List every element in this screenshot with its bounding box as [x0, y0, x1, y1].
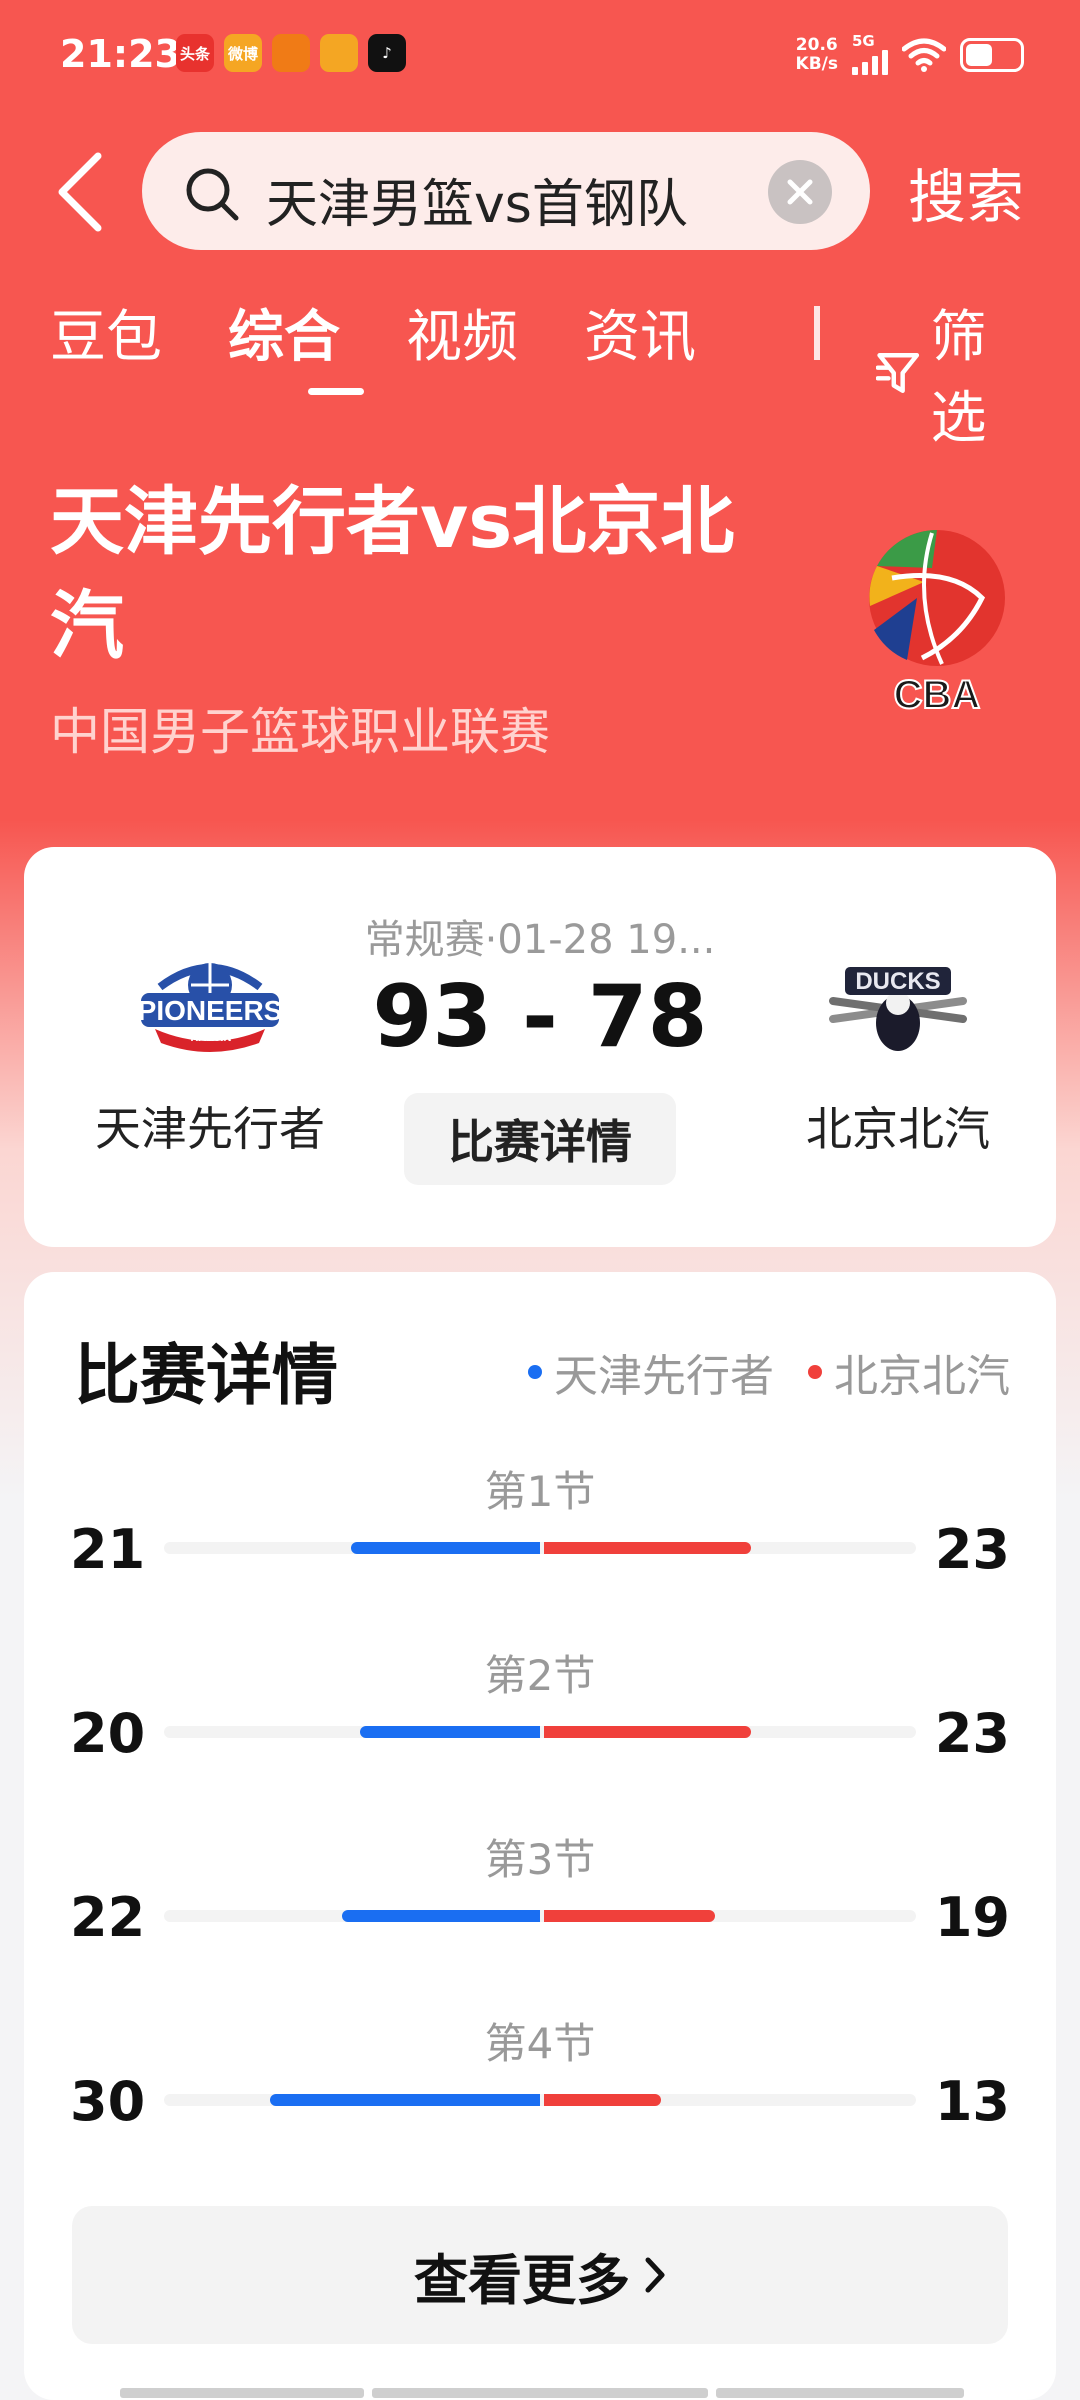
- quarter-home-bar: [342, 1910, 540, 1922]
- wifi-icon: [902, 38, 946, 72]
- quarter-away-score: 23: [934, 1702, 1010, 1765]
- away-team[interactable]: DUCKS 北京北汽: [738, 957, 1058, 1159]
- close-icon: [787, 179, 813, 205]
- pioneers-logo-subtext: TIANJIN: [189, 1032, 232, 1044]
- quarter-home-score: 20: [70, 1702, 146, 1765]
- quarter-home-score: 30: [70, 2070, 146, 2133]
- signal-label: 5G: [852, 32, 875, 50]
- network-speed-value: 20.6: [795, 34, 838, 55]
- tab-news[interactable]: 资讯: [584, 292, 696, 373]
- page-title: 天津先行者vs北京北汽: [50, 479, 735, 669]
- league-name: 中国男子篮球职业联赛: [50, 703, 550, 761]
- quarter-label: 第3节: [484, 1835, 596, 1884]
- tiktok-app-icon: ♪: [368, 34, 406, 72]
- chevron-right-icon: [645, 2257, 665, 2293]
- quarter-label: 第4节: [484, 2019, 596, 2068]
- filter-icon: [876, 353, 920, 393]
- match-detail-button[interactable]: 比赛详情: [404, 1093, 676, 1185]
- home-team-name: 天津先行者: [95, 1102, 325, 1156]
- quarter-away-score: 23: [934, 1518, 1010, 1581]
- search-input[interactable]: 天津男篮vs首钢队: [266, 162, 688, 237]
- system-icons: 20.6 KB/s 5G: [796, 34, 1024, 75]
- quarter-home-bar: [270, 2094, 540, 2106]
- quarter-home-score: 22: [70, 1886, 146, 1949]
- search-button[interactable]: 搜索: [908, 150, 1024, 234]
- quarter-away-bar: [544, 1726, 751, 1738]
- away-team-name: 北京北汽: [806, 1102, 990, 1156]
- details-title: 比赛详情: [74, 1337, 338, 1414]
- quarter-label: 第2节: [484, 1651, 596, 1700]
- legend-home: 天津先行者: [528, 1340, 774, 1404]
- tab-video[interactable]: 视频: [406, 292, 518, 373]
- weibo-app-icon: 微博: [224, 34, 262, 72]
- quarter-home-score: 21: [70, 1518, 146, 1581]
- filter-label: 筛选: [930, 305, 987, 451]
- legend-away-label: 北京北汽: [834, 1351, 1010, 1402]
- quarter-home-bar: [351, 1542, 540, 1554]
- quarter-away-bar: [544, 1910, 715, 1922]
- quarter-row: 第3节 22 19: [24, 1826, 1056, 1976]
- battery-icon: [960, 37, 1024, 72]
- quarter-away-bar: [544, 1542, 751, 1554]
- ducks-logo: DUCKS: [829, 967, 967, 1051]
- active-tab-indicator: [308, 388, 364, 395]
- app-icon-orange: [272, 34, 310, 72]
- match-details-card: 比赛详情 天津先行者 北京北汽 第1节 21 23 第2节 20 23 第3节 …: [24, 1272, 1056, 2400]
- quarter-label: 第1节: [484, 1467, 596, 1516]
- clear-search-button[interactable]: [768, 160, 832, 224]
- away-dot-icon: [808, 1365, 822, 1379]
- network-speed: 20.6 KB/s: [795, 34, 838, 74]
- tab-overflow-edge: [814, 306, 820, 360]
- filter-button[interactable]: 筛选: [876, 292, 1030, 454]
- quarter-away-bar: [544, 2094, 661, 2106]
- chevron-left-icon: [58, 152, 102, 232]
- home-team[interactable]: PIONEERS TIANJIN 天津先行者: [50, 957, 370, 1159]
- cba-logo-text: CBA: [894, 673, 981, 717]
- toutiao-app-icon: 头条: [176, 34, 214, 72]
- quarter-track: [164, 1910, 916, 1922]
- app-icon-yellow: [320, 34, 358, 72]
- search-box[interactable]: 天津男篮vs首钢队: [142, 132, 870, 250]
- legend-away: 北京北汽: [808, 1340, 1010, 1404]
- quarter-row: 第2节 20 23: [24, 1642, 1056, 1792]
- quarter-home-bar: [360, 1726, 540, 1738]
- network-speed-unit: KB/s: [795, 53, 838, 74]
- category-tabs: 豆包 综合 视频 资讯 筛选: [50, 292, 1030, 451]
- status-time: 21:23: [60, 32, 181, 76]
- notification-icons: 头条 微博 ♪: [176, 34, 406, 72]
- quarter-away-score: 19: [934, 1886, 1010, 1949]
- quarter-away-score: 13: [934, 2070, 1010, 2133]
- next-section-tabs-peek: [120, 2388, 980, 2400]
- tab-comprehensive[interactable]: 综合: [228, 292, 340, 373]
- quarter-row: 第4节 30 13: [24, 2010, 1056, 2160]
- view-more-button[interactable]: 查看更多: [72, 2206, 1008, 2344]
- cba-logo: CBA: [869, 530, 1005, 718]
- pioneers-logo-text: PIONEERS: [138, 995, 283, 1026]
- back-button[interactable]: [50, 150, 110, 234]
- status-bar: 21:23 头条 微博 ♪ 20.6 KB/s 5G: [0, 0, 1080, 110]
- home-dot-icon: [528, 1365, 542, 1379]
- cellular-signal-icon: 5G: [852, 34, 888, 75]
- quarter-track: [164, 1726, 916, 1738]
- quarter-track: [164, 1542, 916, 1554]
- search-icon: [186, 168, 239, 221]
- view-more-label: 查看更多: [414, 2248, 630, 2312]
- legend-home-label: 天津先行者: [554, 1351, 774, 1402]
- legend: 天津先行者 北京北汽: [528, 1340, 1010, 1404]
- pioneers-logo: PIONEERS TIANJIN: [138, 963, 283, 1052]
- ducks-logo-text: DUCKS: [855, 968, 940, 995]
- quarter-row: 第1节 21 23: [24, 1458, 1056, 1608]
- score-card: 常规赛·01-28 19... 93 - 78 比赛详情 PIONEERS TI…: [24, 847, 1056, 1247]
- tab-doubao[interactable]: 豆包: [50, 292, 162, 373]
